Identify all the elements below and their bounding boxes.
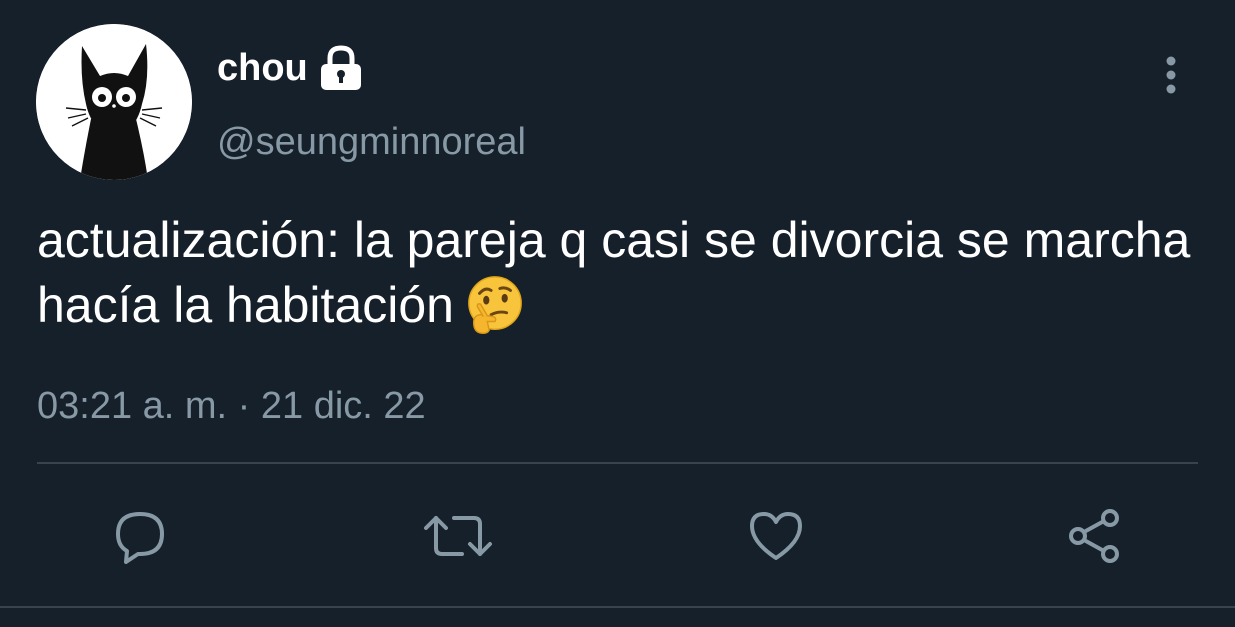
tweet-body: actualización: la pareja q casi se divor… bbox=[37, 212, 1191, 333]
thinking-face-icon bbox=[464, 274, 526, 336]
retweet-button[interactable] bbox=[422, 500, 494, 572]
retweet-icon bbox=[424, 516, 492, 556]
tweet-timestamp[interactable]: 03:21 a. m. · 21 dic. 22 bbox=[37, 380, 426, 432]
user-name-row: chou bbox=[217, 42, 364, 94]
divider bbox=[37, 462, 1198, 464]
tweet-text: actualización: la pareja q casi se divor… bbox=[37, 208, 1207, 338]
like-button[interactable] bbox=[740, 500, 812, 572]
black-cat-icon bbox=[36, 24, 192, 180]
share-button[interactable] bbox=[1058, 500, 1130, 572]
display-name[interactable]: chou bbox=[217, 42, 308, 94]
avatar[interactable] bbox=[36, 24, 192, 180]
share-icon bbox=[1069, 509, 1119, 563]
more-options-button[interactable] bbox=[1150, 52, 1192, 98]
lock-icon bbox=[318, 44, 364, 92]
reply-button[interactable] bbox=[104, 500, 176, 572]
user-handle[interactable]: @seungminnoreal bbox=[217, 116, 526, 168]
vertical-dots-icon bbox=[1166, 56, 1176, 94]
tweet-detail: chou @seungminnoreal actualización: la p… bbox=[0, 0, 1235, 627]
heart-icon bbox=[750, 512, 802, 560]
bottom-divider bbox=[0, 606, 1235, 608]
reply-bubble-icon bbox=[116, 512, 164, 564]
